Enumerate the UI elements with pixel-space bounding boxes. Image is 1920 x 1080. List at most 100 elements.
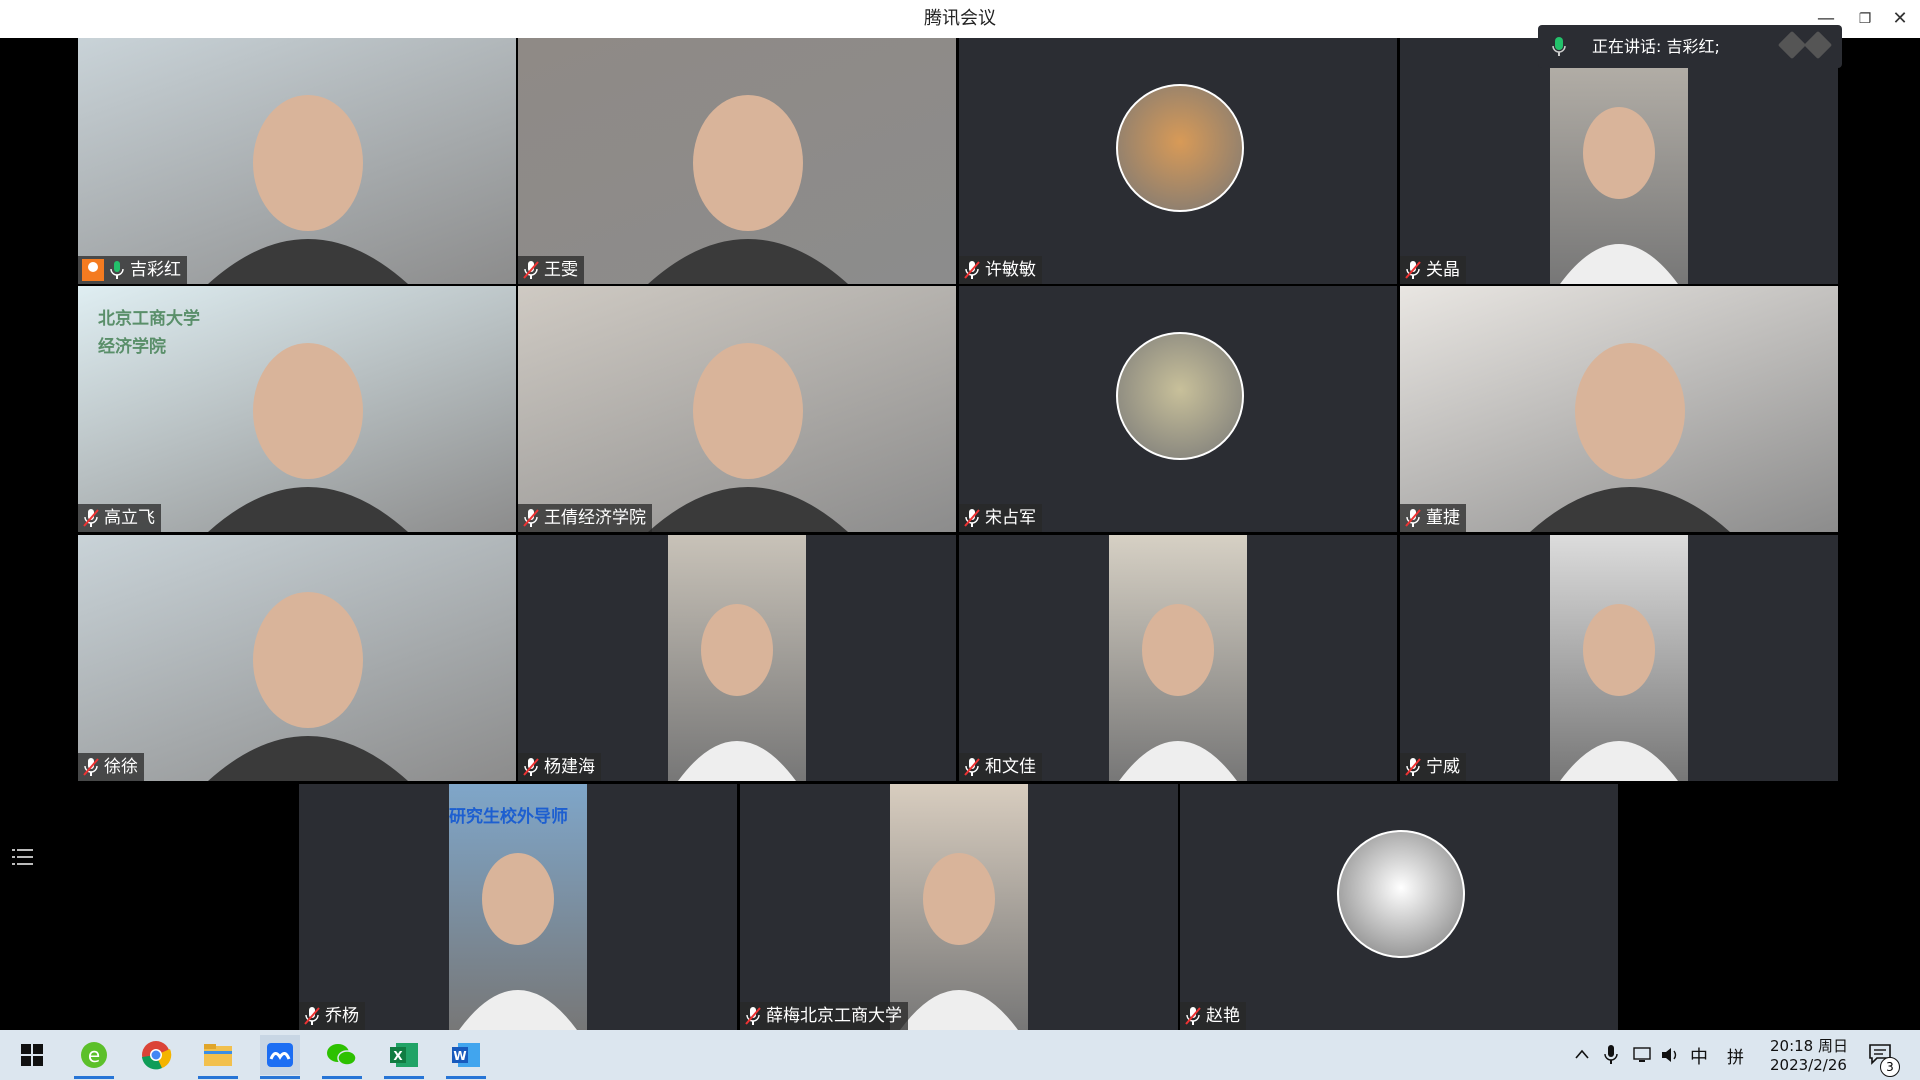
participant-tile[interactable]: 杨建海 — [518, 535, 956, 781]
mic-active-icon — [1552, 37, 1566, 56]
participant-video — [1550, 535, 1688, 781]
chevron-up-icon[interactable] — [1574, 1048, 1590, 1060]
mic-muted-icon — [963, 757, 981, 777]
mic-muted-icon — [963, 260, 981, 280]
microphone-icon[interactable] — [1604, 1043, 1618, 1067]
participant-name-label: 王倩经济学院 — [518, 504, 652, 532]
participant-tile[interactable]: 北京工商大学 经济学院高立飞 — [78, 286, 516, 532]
participant-name: 赵艳 — [1206, 1006, 1240, 1026]
mic-muted-icon — [303, 1006, 321, 1026]
file-explorer-icon[interactable] — [198, 1035, 238, 1079]
participant-name: 宁威 — [1426, 757, 1460, 777]
participant-tile[interactable]: 徐徐 — [78, 535, 516, 781]
participant-video — [518, 286, 956, 532]
notification-count: 3 — [1880, 1057, 1900, 1077]
network-icon[interactable] — [1632, 1045, 1652, 1065]
mic-muted-icon — [522, 260, 540, 280]
participant-name: 乔杨 — [325, 1006, 359, 1026]
avatar — [1337, 830, 1465, 958]
participant-name-label: 许敏敏 — [959, 256, 1042, 284]
mic-muted-icon — [744, 1006, 762, 1026]
maximize-button[interactable]: ❐ — [1847, 0, 1883, 38]
participant-name-label: 宋占军 — [959, 504, 1042, 532]
participant-name: 薛梅北京工商大学 — [766, 1006, 902, 1026]
participant-tile[interactable]: 薛梅北京工商大学 — [740, 784, 1178, 1030]
collapse-icon[interactable] — [1777, 30, 1833, 60]
participant-tile[interactable]: 赵艳 — [1180, 784, 1618, 1030]
start-icon[interactable] — [12, 1035, 52, 1075]
participant-tile[interactable]: 董捷 — [1400, 286, 1838, 532]
tencent-meeting-icon[interactable] — [260, 1035, 300, 1079]
participant-name: 徐徐 — [104, 757, 138, 777]
avatar — [1116, 332, 1244, 460]
speaking-text: 正在讲话: 吉彩红; — [1592, 37, 1720, 56]
ime-mode-indicator[interactable]: 拼 — [1727, 1043, 1744, 1068]
mic-active-icon — [108, 260, 126, 280]
background-overlay-text: 经济学院 — [98, 337, 166, 357]
participant-name-label: 乔杨 — [299, 1002, 365, 1030]
word-icon[interactable]: W — [446, 1035, 486, 1079]
participant-name-label: 赵艳 — [1180, 1002, 1246, 1030]
mic-muted-icon — [1404, 508, 1422, 528]
participant-tile[interactable]: 关晶 — [1400, 38, 1838, 284]
participant-name-label: 薛梅北京工商大学 — [740, 1002, 908, 1030]
participant-name: 王倩经济学院 — [544, 508, 646, 528]
participant-video — [1400, 286, 1838, 532]
participant-name-label: 王雯 — [518, 256, 584, 284]
participant-tile[interactable]: 王倩经济学院 — [518, 286, 956, 532]
participant-name: 吉彩红 — [130, 260, 181, 280]
mic-muted-icon — [1404, 757, 1422, 777]
mic-muted-icon — [1184, 1006, 1202, 1026]
participant-name: 董捷 — [1426, 508, 1460, 528]
participant-tile[interactable]: 王雯 — [518, 38, 956, 284]
participant-name-label: 宁威 — [1400, 753, 1466, 781]
participant-name: 关晶 — [1426, 260, 1460, 280]
participant-tile[interactable]: 宁威 — [1400, 535, 1838, 781]
participant-tile[interactable]: 宋占军 — [959, 286, 1397, 532]
participant-name: 许敏敏 — [985, 260, 1036, 280]
svg-text:X: X — [393, 1049, 403, 1063]
participant-video — [78, 38, 516, 284]
participant-video — [78, 535, 516, 781]
participant-video — [1550, 38, 1688, 284]
participant-tile[interactable]: 和文佳 — [959, 535, 1397, 781]
participant-name-label: 高立飞 — [78, 504, 161, 532]
mic-muted-icon — [963, 508, 981, 528]
video-grid: 吉彩红 王雯 许敏敏 关晶 北京工商大学 经济学院 高立飞 王倩经济学院 宋占军 董捷 徐徐 杨建海和… — [0, 38, 1920, 1030]
participant-tile[interactable]: 许敏敏 — [959, 38, 1397, 284]
participant-tile[interactable]: 吉彩红 — [78, 38, 516, 284]
mic-muted-icon — [82, 508, 100, 528]
participant-name: 杨建海 — [544, 757, 595, 777]
close-button[interactable]: ✕ — [1882, 0, 1918, 38]
ime-language-indicator[interactable]: 中 — [1690, 1043, 1708, 1069]
wechat-icon[interactable] — [322, 1035, 362, 1079]
ie-icon[interactable]: e — [74, 1035, 114, 1079]
taskbar: e X W 中 拼 20:18 周日 2023/2/26 3 — [0, 1030, 1920, 1080]
mic-muted-icon — [522, 757, 540, 777]
clock-time[interactable]: 20:18 周日 — [1770, 1035, 1848, 1056]
mic-muted-icon — [522, 508, 540, 528]
volume-icon[interactable] — [1660, 1045, 1680, 1065]
svg-text:W: W — [453, 1049, 466, 1063]
participant-name-label: 和文佳 — [959, 753, 1042, 781]
background-overlay-text: 北京工商大学 — [98, 309, 200, 329]
participant-video — [668, 535, 806, 781]
chrome-icon[interactable] — [136, 1035, 176, 1075]
participant-name-label: 徐徐 — [78, 753, 144, 781]
mic-muted-icon — [82, 757, 100, 777]
participant-name-label: 董捷 — [1400, 504, 1466, 532]
avatar — [1116, 84, 1244, 212]
participant-name: 和文佳 — [985, 757, 1036, 777]
participant-name-label: 杨建海 — [518, 753, 601, 781]
excel-icon[interactable]: X — [384, 1035, 424, 1079]
svg-text:e: e — [88, 1043, 100, 1067]
clock-date[interactable]: 2023/2/26 — [1770, 1056, 1847, 1074]
participant-video — [1109, 535, 1247, 781]
participant-tile[interactable]: 研究生校外导师乔杨 — [299, 784, 737, 1030]
participant-name: 高立飞 — [104, 508, 155, 528]
speaking-indicator: 正在讲话: 吉彩红; — [1538, 25, 1842, 68]
participant-name-label: 关晶 — [1400, 256, 1466, 284]
list-menu-icon[interactable] — [12, 846, 34, 868]
background-overlay-text: 研究生校外导师 — [449, 807, 568, 827]
participant-video — [518, 38, 956, 284]
